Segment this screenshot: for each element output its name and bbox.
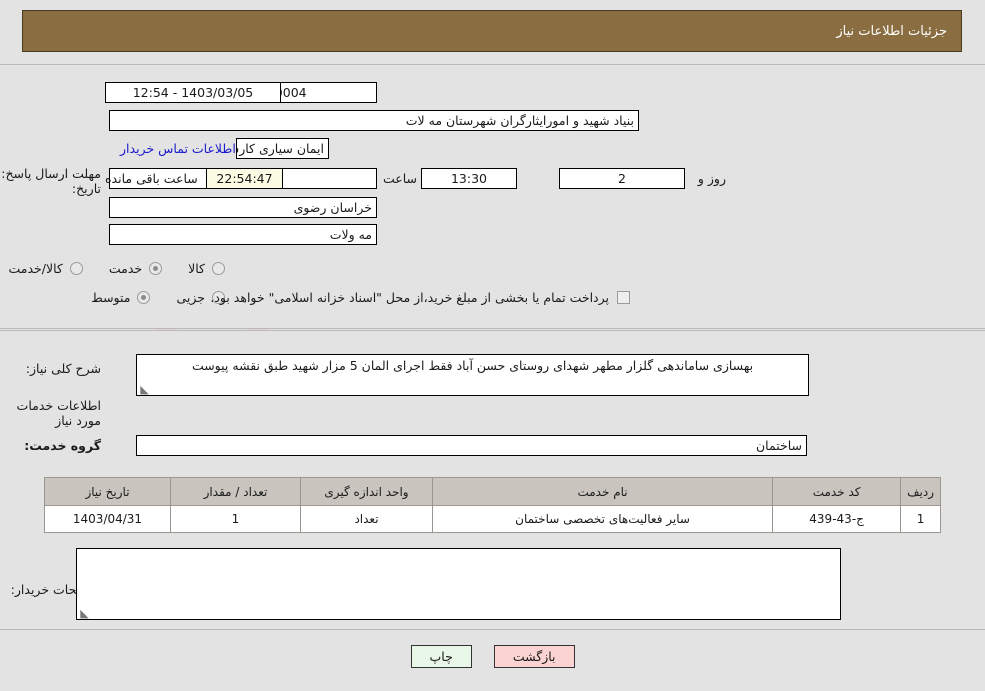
- province-value: خراسان رضوی: [109, 197, 377, 218]
- announce-datetime-value: 12:54 - 1403/03/05: [105, 82, 281, 103]
- back-button[interactable]: بازگشت: [493, 645, 575, 668]
- category-option-khedmat[interactable]: خدمت: [108, 261, 163, 276]
- summary-textarea[interactable]: بهسازی ساماندهی گلزار مطهر شهدای روستای …: [136, 354, 809, 396]
- radio-selected-icon[interactable]: [137, 291, 151, 304]
- category-option-label: خدمت: [108, 261, 143, 276]
- service-group-value: ساختمان: [136, 435, 807, 456]
- window-titlebar: جزئیات اطلاعات نیاز: [22, 10, 962, 52]
- form-button-bar: بازگشت چاپ: [0, 645, 985, 668]
- deadline-label: مهلت ارسال پاسخ: تا تاریخ:: [0, 166, 101, 196]
- buyer-org-value: بنیاد شهید و امورایثارگران شهرستان مه لا…: [109, 110, 639, 131]
- table-col-index: ردیف: [900, 477, 941, 506]
- process-option-label: جزیی: [176, 290, 205, 305]
- table-col-code: کد خدمت: [772, 477, 902, 506]
- resize-grip-icon[interactable]: ◢: [140, 383, 149, 395]
- service-group-label: گروه خدمت:: [24, 438, 101, 453]
- remaining-days-label: روز و: [697, 171, 726, 186]
- checkbox-icon[interactable]: [617, 291, 630, 304]
- table-col-date: تاریخ نیاز: [44, 477, 171, 506]
- page-title: جزئیات اطلاعات نیاز: [836, 23, 947, 39]
- cell-unit: تعداد: [300, 505, 433, 533]
- process-option-label: متوسط: [91, 290, 131, 305]
- category-radio-group: کالا خدمت کالا/خدمت: [0, 261, 225, 276]
- services-section-title: اطلاعات خدمات مورد نیاز: [16, 398, 101, 428]
- radio-icon[interactable]: [212, 262, 225, 275]
- cell-date: 1403/04/31: [44, 505, 171, 533]
- cell-code: ج-43-439: [772, 505, 902, 533]
- city-value: مه ولات: [109, 224, 377, 245]
- creator-value: ایمان سیاری کارشناس اداری مالی بنیاد شهی…: [236, 138, 329, 159]
- table-col-unit: واحد اندازه گیری: [300, 477, 433, 506]
- deadline-label-line2: تاریخ:: [71, 181, 101, 196]
- process-option-motavasset[interactable]: متوسط: [91, 290, 151, 305]
- table-col-name: نام خدمت: [431, 477, 774, 506]
- table-header-row: ردیف کد خدمت نام خدمت واحد اندازه گیری ت…: [44, 477, 941, 506]
- treasury-bond-label: پرداخت تمام یا بخشی از مبلغ خرید،از محل …: [210, 290, 609, 305]
- treasury-bond-checkbox-row[interactable]: پرداخت تمام یا بخشی از مبلغ خرید،از محل …: [210, 290, 630, 305]
- services-table: ردیف کد خدمت نام خدمت واحد اندازه گیری ت…: [44, 477, 941, 533]
- print-button[interactable]: چاپ: [410, 645, 472, 668]
- table-row: 1 ج-43-439 سایر فعالیت‌های تخصصی ساختمان…: [44, 505, 941, 533]
- resize-grip-icon[interactable]: ◢: [80, 607, 89, 619]
- cell-quantity: 1: [170, 505, 301, 533]
- cell-name: سایر فعالیت‌های تخصصی ساختمان: [431, 505, 774, 533]
- buyer-contact-link[interactable]: اطلاعات تماس خریدار: [120, 141, 236, 156]
- remaining-time-label: ساعت باقی مانده: [105, 171, 198, 186]
- category-option-label: کالا: [188, 261, 205, 276]
- buyer-notes-textarea[interactable]: ◢: [76, 548, 841, 620]
- table-col-quantity: تعداد / مقدار: [170, 477, 301, 506]
- radio-icon[interactable]: [69, 262, 83, 275]
- category-option-kala[interactable]: کالا: [188, 261, 225, 276]
- process-radio-group: جزیی متوسط: [65, 290, 225, 305]
- deadline-hour-label: ساعت: [382, 171, 417, 186]
- deadline-label-line1: مهلت ارسال پاسخ: تا: [0, 166, 101, 181]
- deadline-hour-value: 13:30: [421, 168, 517, 189]
- cell-index: 1: [900, 505, 941, 533]
- radio-selected-icon[interactable]: [149, 262, 163, 275]
- category-option-kala-khedmat[interactable]: کالا/خدمت: [8, 261, 83, 276]
- summary-value: بهسازی ساماندهی گلزار مطهر شهدای روستای …: [191, 358, 754, 373]
- summary-label: شرح کلی نیاز:: [25, 361, 101, 376]
- remaining-time-value: 22:54:47: [206, 168, 283, 189]
- remaining-days-value: 2: [559, 168, 685, 189]
- category-option-label: کالا/خدمت: [8, 261, 63, 276]
